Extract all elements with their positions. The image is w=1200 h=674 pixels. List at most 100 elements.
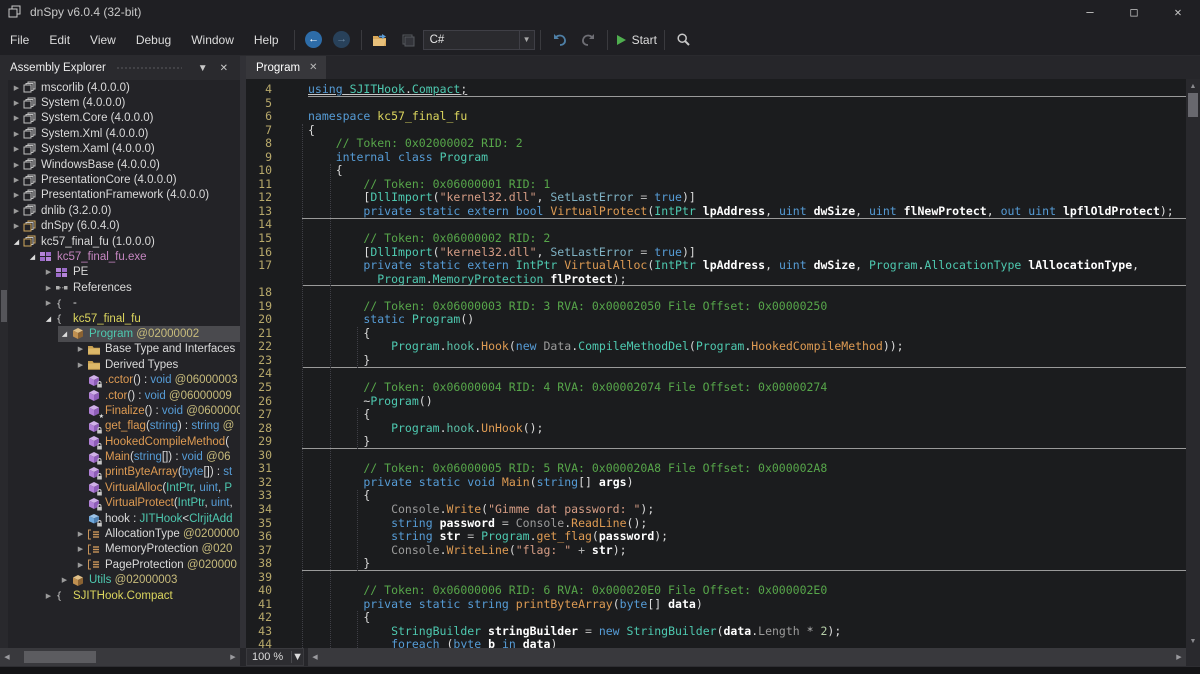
expander-icon[interactable]: ▶ xyxy=(42,299,55,307)
expander-icon[interactable]: ▶ xyxy=(74,561,87,569)
tree-item-virtualalloc[interactable]: VirtualAlloc(IntPtr, uint, P xyxy=(0,480,240,495)
menu-debug[interactable]: Debug xyxy=(126,24,181,56)
tree-item-hook[interactable]: hook : JITHook<ClrjitAdd xyxy=(0,511,240,526)
tree-item-virtualprotect[interactable]: VirtualProtect(IntPtr, uint, xyxy=(0,496,240,511)
tree-item-program[interactable]: ◢Program @02000002 xyxy=(0,326,240,341)
tree-vertical-scrollbar[interactable] xyxy=(0,80,8,648)
menu-file[interactable]: File xyxy=(0,24,39,56)
open-file-button[interactable] xyxy=(369,28,393,52)
tree-item-derived-types[interactable]: ▶Derived Types xyxy=(0,357,240,372)
scroll-right-icon[interactable]: ▶ xyxy=(226,653,240,661)
scroll-up-icon[interactable]: ▲ xyxy=(1186,79,1200,93)
tree-item-presentationcore[interactable]: ▶PresentationCore (4.0.0.0) xyxy=(0,172,240,187)
tab-program[interactable]: Program ✕ xyxy=(246,56,326,79)
tree-item-references[interactable]: ▶References xyxy=(0,280,240,295)
tree-item-system-xaml[interactable]: ▶System.Xaml (4.0.0.0) xyxy=(0,142,240,157)
assembly-explorer-header[interactable]: Assembly Explorer ▼ ✕ xyxy=(0,56,240,80)
redo-button[interactable] xyxy=(576,28,600,52)
scroll-down-icon[interactable]: ▼ xyxy=(1186,634,1200,648)
minimize-button[interactable]: – xyxy=(1068,0,1112,24)
expander-icon[interactable]: ▶ xyxy=(10,222,23,230)
navigate-back-button[interactable]: ← xyxy=(302,28,326,52)
tree-item-dnlib[interactable]: ▶dnlib (3.2.0.0) xyxy=(0,203,240,218)
tree-item-get-flag[interactable]: get_flag(string) : string @ xyxy=(0,419,240,434)
expander-icon[interactable]: ◢ xyxy=(58,330,71,338)
menu-window[interactable]: Window xyxy=(181,24,244,56)
expander-icon[interactable]: ▶ xyxy=(10,99,23,107)
code-line-40: 40 // Token: 0x06000006 RID: 6 RVA: 0x00… xyxy=(246,584,1186,598)
assembly-tree[interactable]: ▶mscorlib (4.0.0.0)▶System (4.0.0.0)▶Sys… xyxy=(0,80,240,648)
menu-edit[interactable]: Edit xyxy=(39,24,80,56)
expander-icon[interactable]: ▶ xyxy=(74,345,87,353)
tree-item-hookedcompilemethod[interactable]: HookedCompileMethod( xyxy=(0,434,240,449)
search-button[interactable] xyxy=(672,28,696,52)
panel-menu-chevron-icon[interactable]: ▼ xyxy=(192,63,214,74)
panel-close-icon[interactable]: ✕ xyxy=(214,63,234,74)
scroll-left-icon[interactable]: ◀ xyxy=(308,653,322,661)
expander-icon[interactable]: ◢ xyxy=(10,238,23,246)
save-module-button[interactable] xyxy=(397,28,421,52)
tree-item-dnspy[interactable]: ▶dnSpy (6.0.4.0) xyxy=(0,219,240,234)
scrollbar-thumb[interactable] xyxy=(1,290,7,322)
expander-icon[interactable]: ▶ xyxy=(74,530,87,538)
tree-item-kc57-final-fu-exe[interactable]: ◢kc57_final_fu.exe xyxy=(0,249,240,264)
expander-icon[interactable]: ▶ xyxy=(10,145,23,153)
expander-icon[interactable]: ▶ xyxy=(10,207,23,215)
scrollbar-thumb[interactable] xyxy=(1188,93,1198,117)
close-button[interactable]: ✕ xyxy=(1156,0,1200,24)
expander-icon[interactable]: ▶ xyxy=(10,191,23,199)
tree-item-base-type-and-interfaces[interactable]: ▶Base Type and Interfaces xyxy=(0,342,240,357)
start-debugging-button[interactable]: Start xyxy=(615,28,657,52)
scroll-right-icon[interactable]: ▶ xyxy=(1172,653,1186,661)
expander-icon[interactable]: ▶ xyxy=(42,268,55,276)
tree-item-ctor[interactable]: .ctor() : void @06000009 xyxy=(0,388,240,403)
tree-item-mscorlib[interactable]: ▶mscorlib (4.0.0.0) xyxy=(0,80,240,95)
scrollbar-thumb[interactable] xyxy=(24,651,96,663)
scroll-left-icon[interactable]: ◀ xyxy=(0,653,14,661)
menu-help[interactable]: Help xyxy=(244,24,289,56)
tree-item-cctor[interactable]: .cctor() : void @06000003 xyxy=(0,372,240,387)
menu-view[interactable]: View xyxy=(80,24,126,56)
expander-icon[interactable]: ▶ xyxy=(10,114,23,122)
expander-icon[interactable]: ▶ xyxy=(58,576,71,584)
tree-item-printbytearray[interactable]: printByteArray(byte[]) : st xyxy=(0,465,240,480)
tree-item-namespace-dash[interactable]: ▶{ }- xyxy=(0,295,240,310)
tree-item-kc57-final-fu[interactable]: ◢kc57_final_fu (1.0.0.0) xyxy=(0,234,240,249)
expander-icon[interactable]: ▶ xyxy=(74,545,87,553)
tree-item-allocationtype[interactable]: ▶AllocationType @0200000 xyxy=(0,526,240,541)
chevron-down-icon[interactable]: ▼ xyxy=(519,31,534,49)
tree-horizontal-scrollbar[interactable]: ◀ ▶ xyxy=(0,648,240,666)
tree-item-presentationframework[interactable]: ▶PresentationFramework (4.0.0.0) xyxy=(0,188,240,203)
language-combobox[interactable]: C# ▼ xyxy=(423,30,535,50)
expander-icon[interactable]: ▶ xyxy=(10,176,23,184)
tree-item-system-core[interactable]: ▶System.Core (4.0.0.0) xyxy=(0,111,240,126)
expander-icon[interactable]: ◢ xyxy=(26,253,39,261)
zoom-combobox[interactable]: 100 % ▼ xyxy=(246,648,304,666)
expander-icon[interactable]: ▶ xyxy=(42,284,55,292)
tab-close-icon[interactable]: ✕ xyxy=(309,62,317,73)
undo-button[interactable] xyxy=(548,28,572,52)
expander-icon[interactable]: ▶ xyxy=(74,361,87,369)
tree-item-pe[interactable]: ▶PE xyxy=(0,265,240,280)
expander-icon[interactable]: ▶ xyxy=(10,161,23,169)
expander-icon[interactable]: ◢ xyxy=(42,315,55,323)
expander-icon[interactable]: ▶ xyxy=(42,592,55,600)
tree-item-system-xml[interactable]: ▶System.Xml (4.0.0.0) xyxy=(0,126,240,141)
tree-item-pageprotection[interactable]: ▶PageProtection @020000 xyxy=(0,557,240,572)
tree-item-windowsbase[interactable]: ▶WindowsBase (4.0.0.0) xyxy=(0,157,240,172)
tree-item-utils[interactable]: ▶Utils @02000003 xyxy=(0,573,240,588)
code-horizontal-scrollbar[interactable]: ◀ ▶ xyxy=(308,648,1186,666)
tree-item-main[interactable]: Main(string[]) : void @06 xyxy=(0,449,240,464)
tree-item-system[interactable]: ▶System (4.0.0.0) xyxy=(0,95,240,110)
navigate-forward-button[interactable]: → xyxy=(330,28,354,52)
code-vertical-scrollbar[interactable]: ▲ ▼ xyxy=(1186,79,1200,648)
tree-item-memoryprotection[interactable]: ▶MemoryProtection @020 xyxy=(0,542,240,557)
expander-icon[interactable]: ▶ xyxy=(10,84,23,92)
tree-item-namespace-kc57-final-fu[interactable]: ◢{ }kc57_final_fu xyxy=(0,311,240,326)
tree-item-sjithook-compact[interactable]: ▶{ }SJITHook.Compact xyxy=(0,588,240,603)
maximize-button[interactable]: □ xyxy=(1112,0,1156,24)
code-editor[interactable]: 4using SJITHook.Compact;56namespace kc57… xyxy=(246,79,1186,648)
expander-icon[interactable]: ▶ xyxy=(10,130,23,138)
chevron-down-icon[interactable]: ▼ xyxy=(291,651,303,663)
tree-item-finalize[interactable]: ★Finalize() : void @0600000 xyxy=(0,403,240,418)
